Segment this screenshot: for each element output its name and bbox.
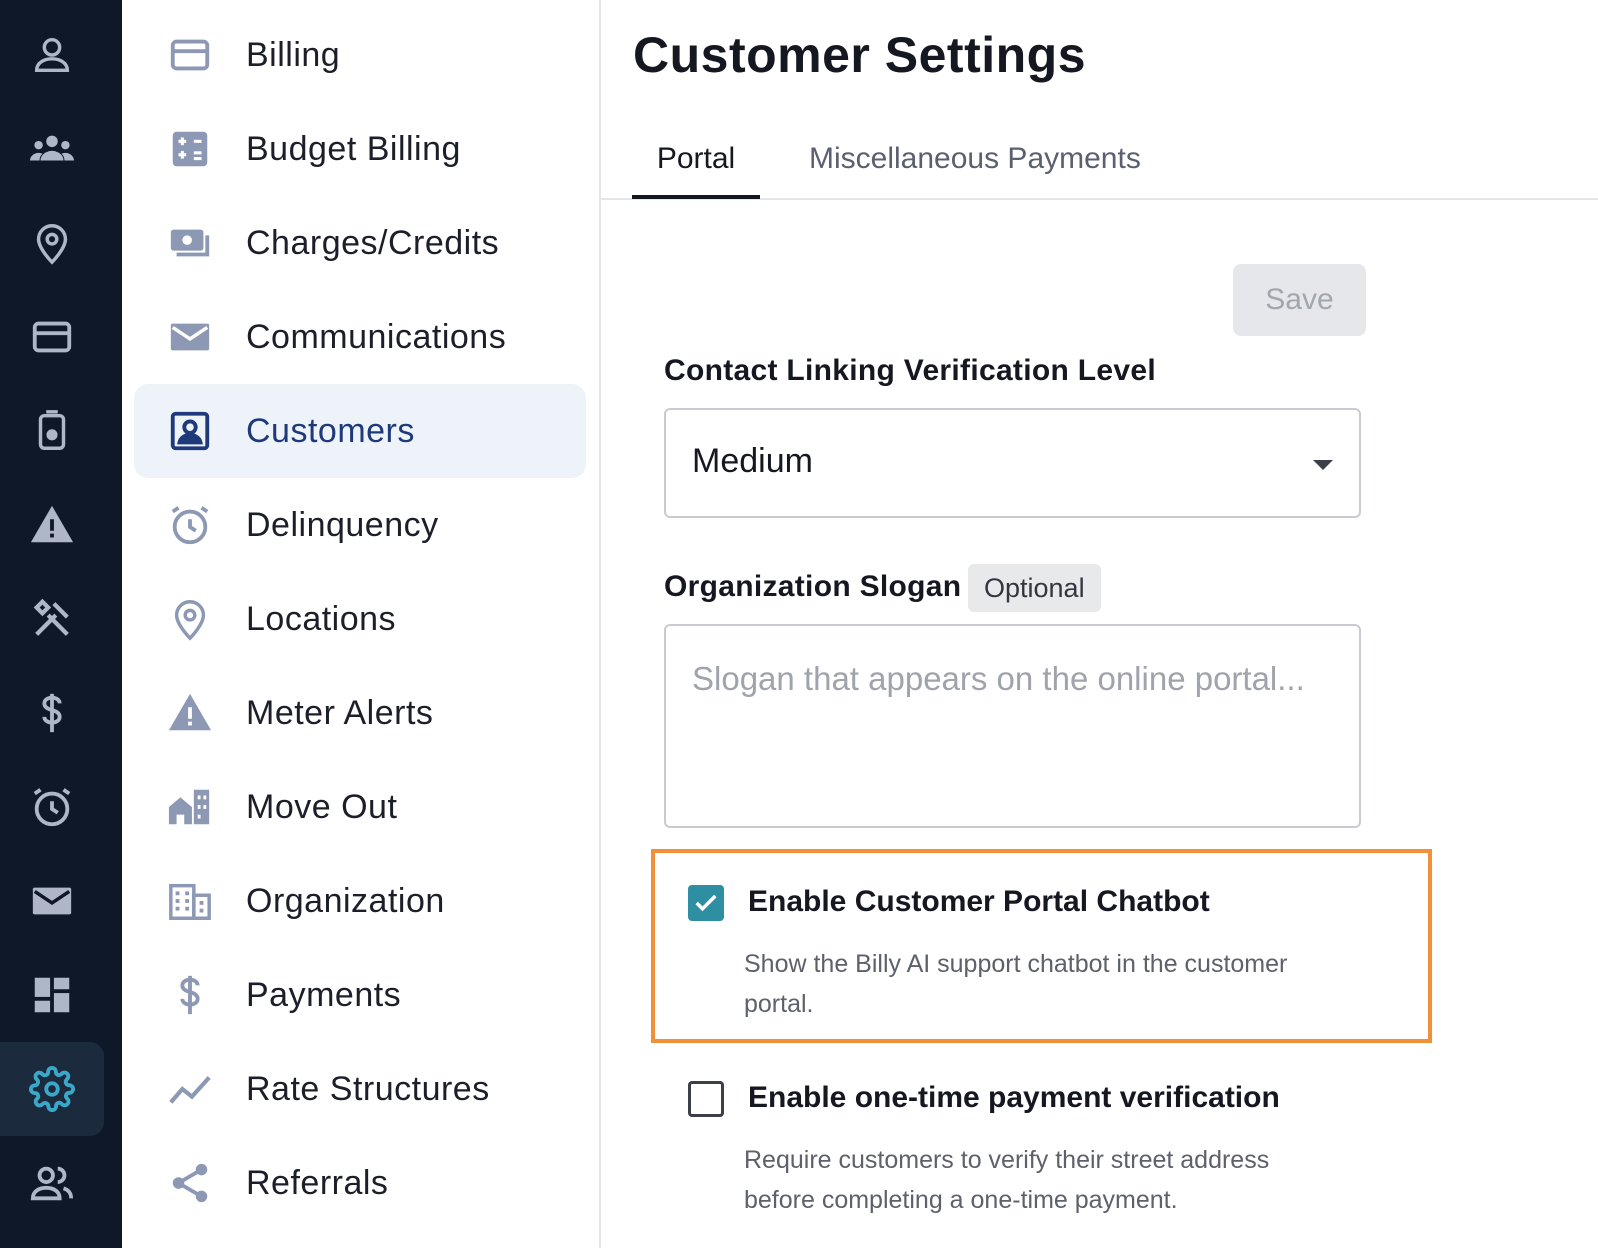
tab-portal[interactable]: Portal bbox=[632, 122, 760, 199]
main-content: Customer Settings Portal Miscellaneous P… bbox=[601, 0, 1598, 1248]
check-icon bbox=[695, 894, 717, 912]
payment-verification-option-title: Enable one-time payment verification bbox=[748, 1081, 1280, 1114]
subnav-item-referrals[interactable]: Referrals bbox=[134, 1136, 586, 1230]
page-title: Customer Settings bbox=[633, 27, 1087, 83]
save-button[interactable]: Save bbox=[1233, 264, 1366, 336]
subnav-item-label: Delinquency bbox=[246, 505, 439, 544]
tab-label: Portal bbox=[656, 142, 736, 175]
subnav-item-label: Payments bbox=[246, 975, 402, 1014]
dollar-icon[interactable] bbox=[0, 666, 104, 760]
subnav-item-customers[interactable]: Customers bbox=[134, 384, 586, 478]
subnav-item-label: Organization bbox=[246, 881, 445, 920]
mail-icon bbox=[166, 313, 214, 361]
chatbot-option-description: Show the Billy AI support chatbot in the… bbox=[744, 950, 1288, 1018]
subnav-item-label: Charges/Credits bbox=[246, 223, 500, 262]
chatbot-option-title: Enable Customer Portal Chatbot bbox=[748, 885, 1210, 918]
icon-rail bbox=[0, 0, 122, 1248]
meter-icon[interactable] bbox=[0, 384, 104, 478]
subnav-item-organization[interactable]: Organization bbox=[134, 854, 586, 948]
subnav-item-delinquency[interactable]: Delinquency bbox=[134, 478, 586, 572]
subnav-item-label: Billing bbox=[246, 35, 341, 74]
subnav-item-locations[interactable]: Locations bbox=[134, 572, 586, 666]
subnav-item-label: Move Out bbox=[246, 787, 398, 826]
users-icon[interactable] bbox=[0, 1136, 104, 1230]
subnav-item-label: Locations bbox=[246, 599, 397, 638]
tab-label: Miscellaneous Payments bbox=[809, 142, 1141, 175]
verification-level-select[interactable]: Medium bbox=[664, 408, 1361, 518]
warning-icon[interactable] bbox=[0, 478, 104, 572]
account-icon[interactable] bbox=[0, 8, 104, 102]
subnav-item-budget-billing[interactable]: Budget Billing bbox=[134, 102, 586, 196]
group-icon[interactable] bbox=[0, 102, 104, 196]
buildings-icon bbox=[166, 783, 214, 831]
subnav-item-communications[interactable]: Communications bbox=[134, 290, 586, 384]
subnav-item-label: Referrals bbox=[246, 1163, 389, 1202]
subnav-item-payments[interactable]: Payments bbox=[134, 948, 586, 1042]
subnav-item-label: Rate Structures bbox=[246, 1069, 490, 1108]
contact-card-icon bbox=[166, 407, 214, 455]
location-icon[interactable] bbox=[0, 196, 104, 290]
settings-icon[interactable] bbox=[0, 1042, 104, 1136]
share-icon bbox=[166, 1159, 214, 1207]
alarm-icon bbox=[166, 501, 214, 549]
subnav-item-billing[interactable]: Billing bbox=[134, 8, 586, 102]
mail-icon[interactable] bbox=[0, 854, 104, 948]
trend-icon bbox=[166, 1065, 214, 1113]
location-icon bbox=[166, 595, 214, 643]
chatbot-checkbox[interactable] bbox=[688, 885, 724, 921]
tab-bar: Portal Miscellaneous Payments bbox=[601, 122, 1598, 200]
slogan-textarea[interactable]: Slogan that appears on the online portal… bbox=[664, 624, 1361, 828]
chevron-down-icon bbox=[1313, 460, 1333, 470]
credit-card-icon[interactable] bbox=[0, 290, 104, 384]
optional-badge: Optional bbox=[968, 564, 1101, 612]
subnav-item-label: Communications bbox=[246, 317, 507, 356]
tools-icon[interactable] bbox=[0, 572, 104, 666]
warning-icon bbox=[166, 689, 214, 737]
subnav-item-label: Customers bbox=[246, 411, 415, 450]
subnav-item-move-out[interactable]: Move Out bbox=[134, 760, 586, 854]
slogan-label: Organization Slogan bbox=[664, 570, 962, 603]
subnav-item-charges-credits[interactable]: Charges/Credits bbox=[134, 196, 586, 290]
subnav-item-meter-alerts[interactable]: Meter Alerts bbox=[134, 666, 586, 760]
tab-miscellaneous-payments[interactable]: Miscellaneous Payments bbox=[809, 122, 1141, 196]
calculator-icon bbox=[166, 125, 214, 173]
credit-card-icon bbox=[166, 31, 214, 79]
contact-linking-label: Contact Linking Verification Level bbox=[664, 354, 1156, 387]
payment-verification-option-description: Require customers to verify their street… bbox=[744, 1146, 1270, 1214]
subnav-item-rate-structures[interactable]: Rate Structures bbox=[134, 1042, 586, 1136]
building-icon bbox=[166, 877, 214, 925]
alarm-icon[interactable] bbox=[0, 760, 104, 854]
payment-verification-checkbox[interactable] bbox=[688, 1081, 724, 1117]
money-icon bbox=[166, 219, 214, 267]
settings-subnav: Billing Budget Billing Charges/Credits C… bbox=[122, 0, 601, 1248]
dashboard-icon[interactable] bbox=[0, 948, 104, 1042]
select-value: Medium bbox=[692, 442, 813, 480]
subnav-item-label: Budget Billing bbox=[246, 129, 461, 168]
dollar-icon bbox=[166, 971, 214, 1019]
subnav-item-label: Meter Alerts bbox=[246, 693, 434, 732]
